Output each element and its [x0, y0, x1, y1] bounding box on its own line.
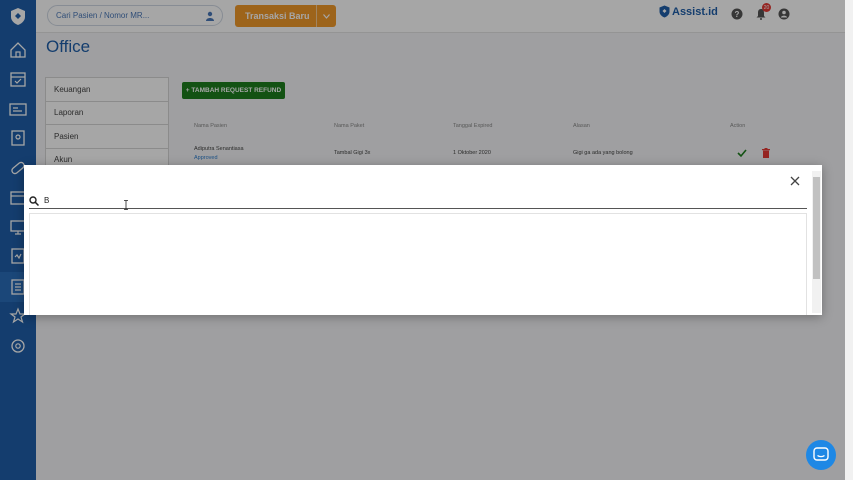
- search-results-list: [29, 213, 807, 315]
- search-icon: [29, 195, 39, 206]
- modal-scrollbar[interactable]: [812, 171, 821, 313]
- chat-launcher-button[interactable]: [806, 440, 836, 470]
- chat-icon: [813, 447, 829, 461]
- text-cursor-icon: [124, 200, 128, 210]
- modal-search-field: [29, 193, 807, 209]
- modal-search-input[interactable]: [44, 196, 744, 205]
- search-modal: [24, 165, 822, 315]
- window-scrollbar[interactable]: [845, 0, 853, 480]
- close-icon[interactable]: [790, 176, 800, 186]
- modal-scrollbar-thumb[interactable]: [813, 177, 820, 279]
